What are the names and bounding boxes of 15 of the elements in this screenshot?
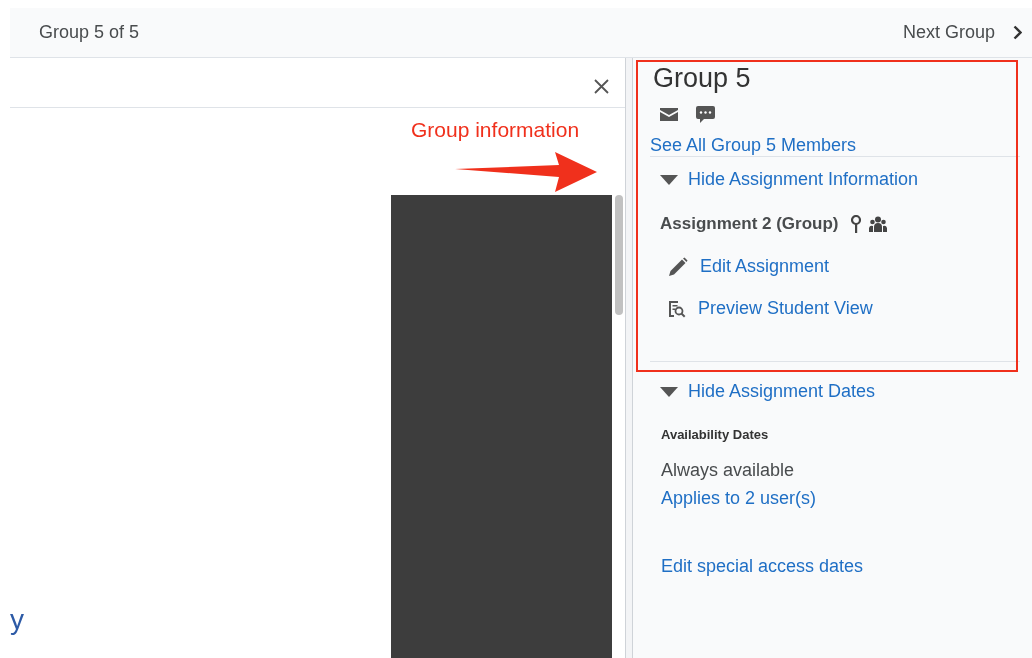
group-counter: Group 5 of 5 — [39, 22, 140, 43]
annotation-label: Group information — [411, 118, 580, 142]
section-toggle[interactable]: Hide Assignment Information — [650, 169, 919, 190]
heading-fragment: y — [10, 604, 24, 636]
next-group-button[interactable]: Next Group — [902, 16, 1022, 49]
availability-text: Always available — [661, 460, 795, 481]
special-access-link[interactable]: Edit special access dates — [661, 556, 864, 577]
assignment-name: Assignment 2 (Group) — [660, 214, 839, 234]
section-toggle[interactable]: Hide Assignment Dates — [650, 381, 876, 402]
action-link[interactable]: Edit Assignment — [668, 256, 830, 277]
availability-heading: Availability Dates — [661, 427, 769, 442]
action-link[interactable]: Preview Student View — [668, 298, 873, 319]
members-link[interactable]: See All Group 5 Members — [650, 135, 857, 156]
applies-link[interactable]: Applies to 2 user(s) — [661, 488, 817, 509]
group-title: Group 5 — [653, 63, 751, 94]
